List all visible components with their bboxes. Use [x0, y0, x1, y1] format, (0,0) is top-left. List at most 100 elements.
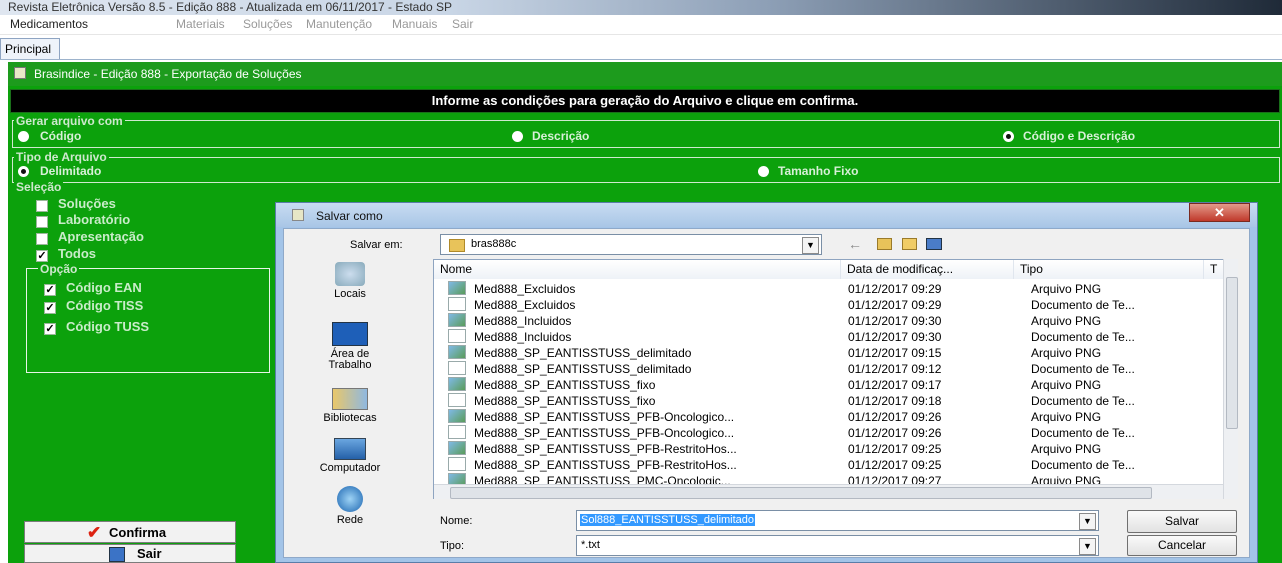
- file-name: Med888_SP_EANTISSTUSS_PFB-Oncologico...: [474, 410, 735, 424]
- type-value: *.txt: [581, 539, 600, 551]
- file-row[interactable]: Med888_SP_EANTISSTUSS_fixo 01/12/2017 09:…: [434, 393, 1224, 409]
- folder-icon: [449, 239, 465, 252]
- file-row[interactable]: Med888_SP_EANTISSTUSS_PFB-RestritoHos...…: [434, 457, 1224, 473]
- file-type: Arquivo PNG: [1031, 314, 1102, 328]
- checkbox-apresentacao[interactable]: [36, 233, 48, 245]
- file-type: Documento de Te...: [1031, 426, 1135, 440]
- place-area-de-trabalho-label: Área de Trabalho: [328, 348, 372, 371]
- checkbox-ean[interactable]: ✓: [44, 284, 56, 296]
- horizontal-scrollbar[interactable]: [434, 484, 1223, 499]
- confirma-button[interactable]: ✔ Confirma: [24, 521, 236, 543]
- place-area-de-trabalho[interactable]: Área de Trabalho: [309, 322, 391, 371]
- menu-materiais[interactable]: Materiais: [176, 17, 225, 31]
- file-type: Arquivo PNG: [1031, 346, 1102, 360]
- up-folder-icon[interactable]: [877, 238, 892, 250]
- chevron-down-icon[interactable]: ▼: [1079, 538, 1096, 555]
- file-name: Med888_SP_EANTISSTUSS_fixo: [474, 394, 656, 408]
- export-window-title: Brasindice - Edição 888 - Exportação de …: [34, 67, 302, 81]
- radio-descricao-label[interactable]: Descrição: [532, 129, 589, 143]
- radio-delimitado[interactable]: [18, 166, 29, 177]
- cancel-button[interactable]: Cancelar: [1127, 535, 1237, 556]
- checkbox-solucoes[interactable]: [36, 200, 48, 212]
- back-icon[interactable]: ←: [848, 236, 862, 252]
- type-field[interactable]: *.txt ▼: [576, 535, 1099, 556]
- save-button[interactable]: Salvar: [1127, 510, 1237, 533]
- checkbox-tiss[interactable]: ✓: [44, 302, 56, 314]
- confirma-label: Confirma: [109, 525, 167, 540]
- tab-principal[interactable]: Principal: [0, 38, 61, 59]
- place-bibliotecas[interactable]: Bibliotecas: [309, 388, 391, 424]
- file-row[interactable]: Med888_Incluidos 01/12/2017 09:30 Document…: [434, 329, 1224, 345]
- radio-codigo-descricao-label[interactable]: Código e Descrição: [1023, 129, 1135, 143]
- name-field[interactable]: Sol888_EANTISSTUSS_delimitado ▼: [576, 510, 1099, 531]
- file-row[interactable]: Med888_SP_EANTISSTUSS_delimitado 01/12/20…: [434, 361, 1224, 377]
- file-name: Med888_Incluidos: [474, 314, 572, 328]
- place-bibliotecas-label: Bibliotecas: [323, 412, 377, 424]
- file-row[interactable]: Med888_SP_EANTISSTUSS_PFB-Oncologico... 0…: [434, 425, 1224, 441]
- radio-tamanho-fixo-label[interactable]: Tamanho Fixo: [778, 164, 858, 178]
- checkbox-laboratorio[interactable]: [36, 216, 48, 228]
- place-rede[interactable]: Rede: [309, 486, 391, 526]
- chevron-down-icon[interactable]: ▼: [802, 237, 819, 254]
- radio-delimitado-label[interactable]: Delimitado: [40, 164, 101, 178]
- column-data[interactable]: Data de modificaç...: [841, 260, 1014, 279]
- file-row[interactable]: Med888_Incluidos 01/12/2017 09:30 Arquivo …: [434, 313, 1224, 329]
- file-list[interactable]: Nome Data de modificaç... Tipo T Med888_…: [433, 259, 1238, 499]
- file-row[interactable]: Med888_Excluidos 01/12/2017 09:29 Document…: [434, 297, 1224, 313]
- sair-button[interactable]: Sair: [24, 544, 236, 563]
- vertical-scrollbar[interactable]: [1223, 259, 1238, 499]
- file-row[interactable]: Med888_Excluidos 01/12/2017 09:29 Arquivo …: [434, 281, 1224, 297]
- save-in-label: Salvar em:: [350, 239, 403, 251]
- radio-codigo-descricao[interactable]: [1003, 131, 1014, 142]
- file-row[interactable]: Med888_SP_EANTISSTUSS_delimitado 01/12/20…: [434, 345, 1224, 361]
- save-in-combo[interactable]: bras888c ▼: [440, 234, 822, 255]
- image-file-icon: [448, 313, 466, 327]
- file-row[interactable]: Med888_SP_EANTISSTUSS_PFB-Oncologico... 0…: [434, 409, 1224, 425]
- checkbox-laboratorio-label[interactable]: Laboratório: [58, 212, 130, 227]
- menu-sair[interactable]: Sair: [452, 17, 473, 31]
- file-date: 01/12/2017 09:29: [848, 282, 942, 296]
- file-row[interactable]: Med888_SP_EANTISSTUSS_PFB-RestritoHos...…: [434, 441, 1224, 457]
- close-icon[interactable]: ✕: [1189, 203, 1250, 222]
- view-menu-icon[interactable]: [926, 238, 942, 250]
- selecao-label: Seleção: [14, 180, 64, 194]
- file-date: 01/12/2017 09:15: [848, 346, 942, 360]
- file-name: Med888_Excluidos: [474, 298, 576, 312]
- checkbox-todos[interactable]: ✓: [36, 250, 48, 262]
- column-nome[interactable]: Nome: [434, 260, 841, 279]
- column-tipo[interactable]: Tipo: [1014, 260, 1204, 279]
- radio-codigo-label[interactable]: Código: [40, 129, 81, 143]
- checkbox-solucoes-label[interactable]: Soluções: [58, 196, 116, 211]
- menu-solucoes[interactable]: Soluções: [243, 17, 292, 31]
- menu-manuais[interactable]: Manuais: [392, 17, 437, 31]
- checkbox-tuss[interactable]: ✓: [44, 323, 56, 335]
- checkbox-ean-label[interactable]: Código EAN: [66, 280, 142, 295]
- new-folder-icon[interactable]: [902, 238, 917, 250]
- network-icon: [337, 486, 363, 512]
- file-date: 01/12/2017 09:30: [848, 330, 942, 344]
- horizontal-scroll-thumb[interactable]: [450, 487, 1152, 499]
- column-tamanho[interactable]: T: [1204, 260, 1224, 279]
- file-row[interactable]: Med888_SP_EANTISSTUSS_fixo 01/12/2017 09:…: [434, 377, 1224, 393]
- file-type: Documento de Te...: [1031, 330, 1135, 344]
- save-as-title: Salvar como: [316, 209, 383, 223]
- checkbox-tuss-label[interactable]: Código TUSS: [66, 319, 149, 334]
- text-file-icon: [448, 329, 466, 343]
- computer-icon: [334, 438, 366, 460]
- recent-places-icon: [335, 262, 365, 286]
- image-file-icon: [448, 377, 466, 391]
- radio-descricao[interactable]: [512, 131, 523, 142]
- vertical-scroll-thumb[interactable]: [1226, 277, 1238, 429]
- file-type: Arquivo PNG: [1031, 442, 1102, 456]
- checkbox-tiss-label[interactable]: Código TISS: [66, 298, 143, 313]
- radio-tamanho-fixo[interactable]: [758, 166, 769, 177]
- menu-medicamentos[interactable]: Medicamentos: [10, 17, 88, 31]
- chevron-down-icon[interactable]: ▼: [1079, 513, 1096, 530]
- menu-manutencao[interactable]: Manutenção: [306, 17, 372, 31]
- place-computador[interactable]: Computador: [309, 438, 391, 474]
- file-date: 01/12/2017 09:25: [848, 458, 942, 472]
- checkbox-apresentacao-label[interactable]: Apresentação: [58, 229, 144, 244]
- radio-codigo[interactable]: [18, 131, 29, 142]
- place-locais[interactable]: Locais: [309, 262, 391, 300]
- checkbox-todos-label[interactable]: Todos: [58, 246, 96, 261]
